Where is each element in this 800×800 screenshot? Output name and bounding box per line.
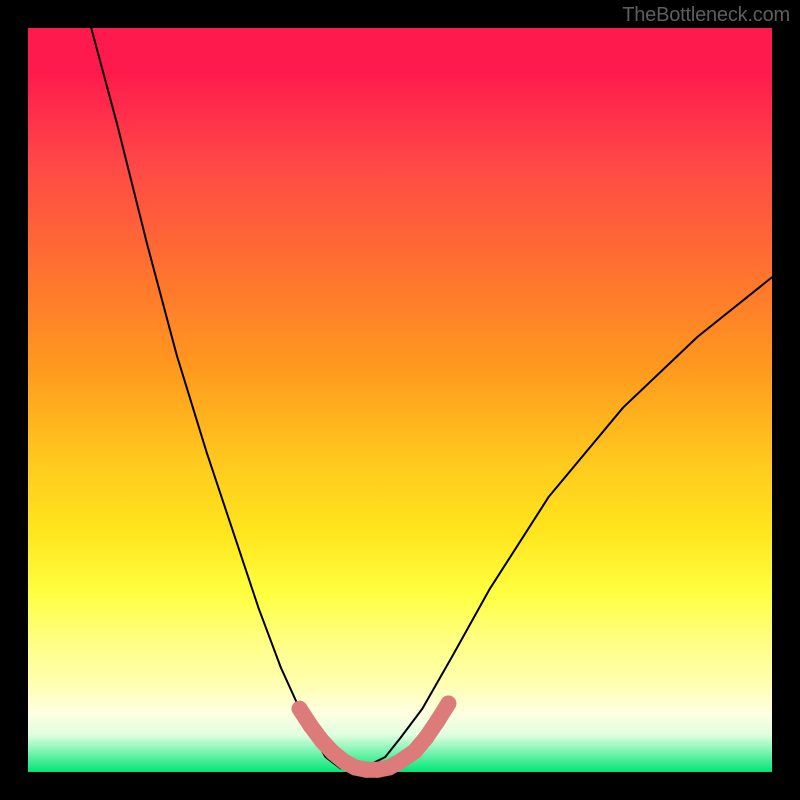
- chart-svg: [28, 28, 772, 772]
- series-main-curve: [91, 28, 772, 768]
- outer-frame: TheBottleneck.com: [0, 0, 800, 800]
- marker-dot: [418, 730, 434, 746]
- series-container: [91, 28, 772, 778]
- watermark-text: TheBottleneck.com: [622, 4, 790, 27]
- marker-dot: [392, 754, 408, 770]
- marker-dot: [292, 701, 308, 717]
- marker-dot: [407, 743, 423, 759]
- marker-dot: [303, 718, 319, 734]
- plot-area: [28, 28, 772, 772]
- marker-dot: [314, 733, 330, 749]
- marker-dot: [440, 696, 456, 712]
- marker-dot: [429, 713, 445, 729]
